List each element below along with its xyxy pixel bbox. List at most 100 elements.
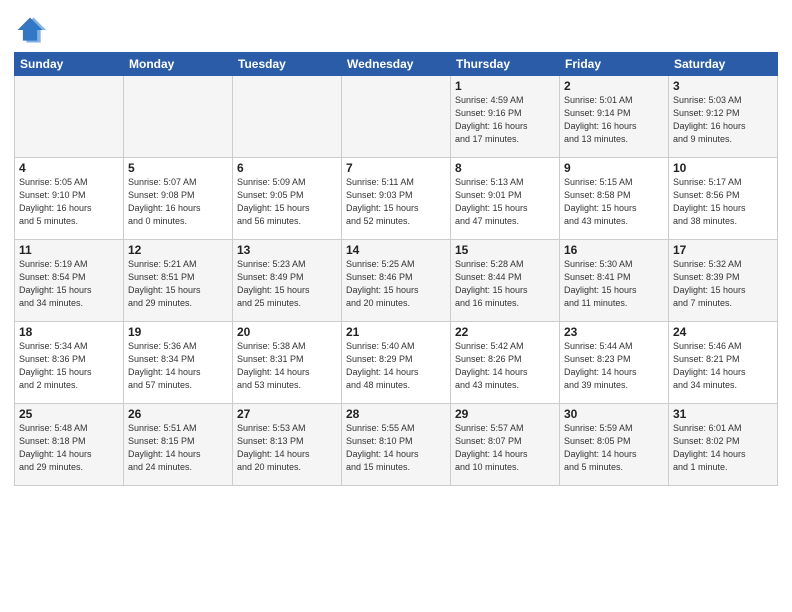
day-number: 12 [128,243,228,257]
day-cell: 1Sunrise: 4:59 AM Sunset: 9:16 PM Daylig… [451,76,560,158]
day-info: Sunrise: 5:28 AM Sunset: 8:44 PM Dayligh… [455,258,555,310]
day-cell: 14Sunrise: 5:25 AM Sunset: 8:46 PM Dayli… [342,240,451,322]
day-number: 21 [346,325,446,339]
col-header-friday: Friday [560,53,669,76]
week-row-1: 1Sunrise: 4:59 AM Sunset: 9:16 PM Daylig… [15,76,778,158]
day-number: 13 [237,243,337,257]
day-number: 19 [128,325,228,339]
day-cell: 29Sunrise: 5:57 AM Sunset: 8:07 PM Dayli… [451,404,560,486]
day-number: 10 [673,161,773,175]
col-header-monday: Monday [124,53,233,76]
day-info: Sunrise: 5:51 AM Sunset: 8:15 PM Dayligh… [128,422,228,474]
day-number: 6 [237,161,337,175]
header [14,10,778,46]
day-cell: 19Sunrise: 5:36 AM Sunset: 8:34 PM Dayli… [124,322,233,404]
day-info: Sunrise: 5:01 AM Sunset: 9:14 PM Dayligh… [564,94,664,146]
day-cell: 27Sunrise: 5:53 AM Sunset: 8:13 PM Dayli… [233,404,342,486]
day-info: Sunrise: 5:57 AM Sunset: 8:07 PM Dayligh… [455,422,555,474]
day-number: 5 [128,161,228,175]
day-cell: 6Sunrise: 5:09 AM Sunset: 9:05 PM Daylig… [233,158,342,240]
week-row-3: 11Sunrise: 5:19 AM Sunset: 8:54 PM Dayli… [15,240,778,322]
day-cell [233,76,342,158]
day-info: Sunrise: 5:11 AM Sunset: 9:03 PM Dayligh… [346,176,446,228]
day-number: 4 [19,161,119,175]
day-info: Sunrise: 5:46 AM Sunset: 8:21 PM Dayligh… [673,340,773,392]
calendar-table: SundayMondayTuesdayWednesdayThursdayFrid… [14,52,778,486]
day-number: 28 [346,407,446,421]
calendar-header-row: SundayMondayTuesdayWednesdayThursdayFrid… [15,53,778,76]
day-number: 31 [673,407,773,421]
day-number: 11 [19,243,119,257]
day-cell: 13Sunrise: 5:23 AM Sunset: 8:49 PM Dayli… [233,240,342,322]
day-number: 16 [564,243,664,257]
day-cell: 4Sunrise: 5:05 AM Sunset: 9:10 PM Daylig… [15,158,124,240]
day-info: Sunrise: 5:21 AM Sunset: 8:51 PM Dayligh… [128,258,228,310]
day-info: Sunrise: 5:19 AM Sunset: 8:54 PM Dayligh… [19,258,119,310]
day-info: Sunrise: 5:09 AM Sunset: 9:05 PM Dayligh… [237,176,337,228]
day-number: 3 [673,79,773,93]
day-cell: 15Sunrise: 5:28 AM Sunset: 8:44 PM Dayli… [451,240,560,322]
day-cell [342,76,451,158]
week-row-5: 25Sunrise: 5:48 AM Sunset: 8:18 PM Dayli… [15,404,778,486]
day-number: 22 [455,325,555,339]
day-cell: 30Sunrise: 5:59 AM Sunset: 8:05 PM Dayli… [560,404,669,486]
day-info: Sunrise: 5:03 AM Sunset: 9:12 PM Dayligh… [673,94,773,146]
day-cell: 25Sunrise: 5:48 AM Sunset: 8:18 PM Dayli… [15,404,124,486]
week-row-2: 4Sunrise: 5:05 AM Sunset: 9:10 PM Daylig… [15,158,778,240]
day-cell: 21Sunrise: 5:40 AM Sunset: 8:29 PM Dayli… [342,322,451,404]
day-info: Sunrise: 5:23 AM Sunset: 8:49 PM Dayligh… [237,258,337,310]
day-info: Sunrise: 5:07 AM Sunset: 9:08 PM Dayligh… [128,176,228,228]
day-number: 27 [237,407,337,421]
day-info: Sunrise: 4:59 AM Sunset: 9:16 PM Dayligh… [455,94,555,146]
day-number: 24 [673,325,773,339]
col-header-thursday: Thursday [451,53,560,76]
day-cell: 28Sunrise: 5:55 AM Sunset: 8:10 PM Dayli… [342,404,451,486]
day-cell: 5Sunrise: 5:07 AM Sunset: 9:08 PM Daylig… [124,158,233,240]
day-number: 30 [564,407,664,421]
day-cell: 11Sunrise: 5:19 AM Sunset: 8:54 PM Dayli… [15,240,124,322]
day-cell: 22Sunrise: 5:42 AM Sunset: 8:26 PM Dayli… [451,322,560,404]
day-number: 9 [564,161,664,175]
day-number: 17 [673,243,773,257]
day-info: Sunrise: 5:55 AM Sunset: 8:10 PM Dayligh… [346,422,446,474]
col-header-sunday: Sunday [15,53,124,76]
day-info: Sunrise: 5:25 AM Sunset: 8:46 PM Dayligh… [346,258,446,310]
col-header-wednesday: Wednesday [342,53,451,76]
day-info: Sunrise: 5:38 AM Sunset: 8:31 PM Dayligh… [237,340,337,392]
day-info: Sunrise: 5:44 AM Sunset: 8:23 PM Dayligh… [564,340,664,392]
day-cell [15,76,124,158]
day-cell: 20Sunrise: 5:38 AM Sunset: 8:31 PM Dayli… [233,322,342,404]
day-number: 20 [237,325,337,339]
day-cell: 9Sunrise: 5:15 AM Sunset: 8:58 PM Daylig… [560,158,669,240]
day-info: Sunrise: 5:15 AM Sunset: 8:58 PM Dayligh… [564,176,664,228]
day-info: Sunrise: 5:30 AM Sunset: 8:41 PM Dayligh… [564,258,664,310]
day-cell: 18Sunrise: 5:34 AM Sunset: 8:36 PM Dayli… [15,322,124,404]
day-info: Sunrise: 6:01 AM Sunset: 8:02 PM Dayligh… [673,422,773,474]
day-cell: 31Sunrise: 6:01 AM Sunset: 8:02 PM Dayli… [669,404,778,486]
day-cell [124,76,233,158]
day-cell: 2Sunrise: 5:01 AM Sunset: 9:14 PM Daylig… [560,76,669,158]
page-container: SundayMondayTuesdayWednesdayThursdayFrid… [0,0,792,494]
col-header-saturday: Saturday [669,53,778,76]
day-info: Sunrise: 5:32 AM Sunset: 8:39 PM Dayligh… [673,258,773,310]
day-cell: 3Sunrise: 5:03 AM Sunset: 9:12 PM Daylig… [669,76,778,158]
day-info: Sunrise: 5:17 AM Sunset: 8:56 PM Dayligh… [673,176,773,228]
day-number: 25 [19,407,119,421]
day-info: Sunrise: 5:13 AM Sunset: 9:01 PM Dayligh… [455,176,555,228]
day-cell: 24Sunrise: 5:46 AM Sunset: 8:21 PM Dayli… [669,322,778,404]
logo [14,14,50,46]
day-number: 14 [346,243,446,257]
day-number: 26 [128,407,228,421]
week-row-4: 18Sunrise: 5:34 AM Sunset: 8:36 PM Dayli… [15,322,778,404]
day-number: 8 [455,161,555,175]
day-info: Sunrise: 5:36 AM Sunset: 8:34 PM Dayligh… [128,340,228,392]
logo-icon [14,14,46,46]
col-header-tuesday: Tuesday [233,53,342,76]
day-info: Sunrise: 5:34 AM Sunset: 8:36 PM Dayligh… [19,340,119,392]
day-cell: 23Sunrise: 5:44 AM Sunset: 8:23 PM Dayli… [560,322,669,404]
day-info: Sunrise: 5:48 AM Sunset: 8:18 PM Dayligh… [19,422,119,474]
day-cell: 17Sunrise: 5:32 AM Sunset: 8:39 PM Dayli… [669,240,778,322]
day-cell: 10Sunrise: 5:17 AM Sunset: 8:56 PM Dayli… [669,158,778,240]
day-info: Sunrise: 5:05 AM Sunset: 9:10 PM Dayligh… [19,176,119,228]
day-info: Sunrise: 5:42 AM Sunset: 8:26 PM Dayligh… [455,340,555,392]
